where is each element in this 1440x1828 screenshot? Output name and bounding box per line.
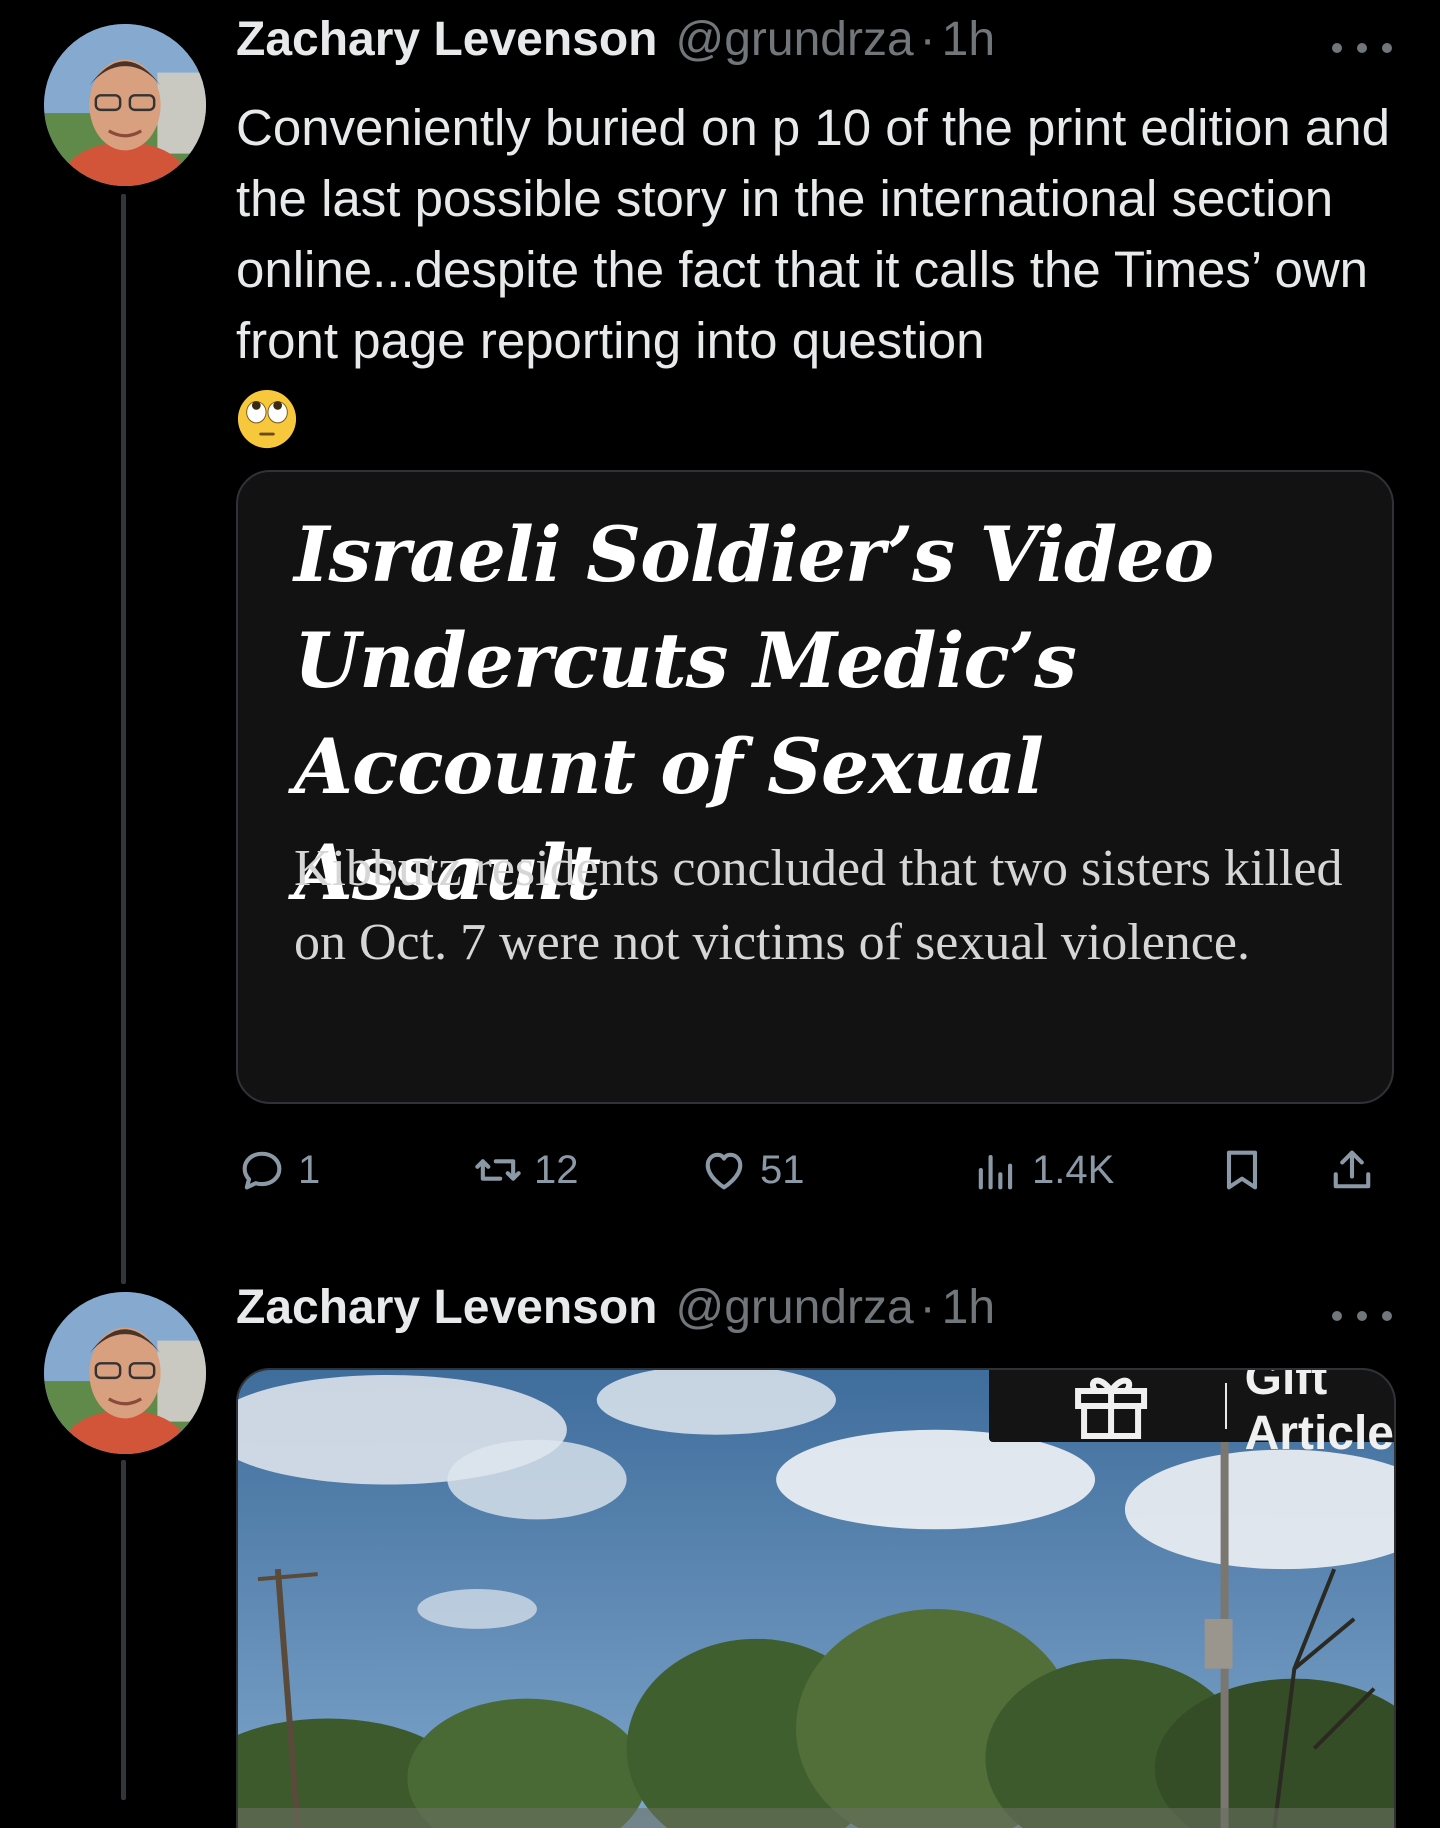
author-name[interactable]: Zachary Levenson — [236, 12, 658, 67]
reply-count: 1 — [298, 1147, 321, 1192]
card-summary: Kibbutz residents concluded that two sis… — [294, 840, 1343, 971]
gift-article-label: Gift Article — [1244, 1368, 1394, 1460]
thread-connector-line — [121, 1460, 126, 1800]
tweet-header: Zachary Levenson @grundrza · 1h — [236, 1280, 1400, 1340]
link-card[interactable]: Israeli Soldier’s Video Undercuts Medic’… — [236, 470, 1394, 1104]
gift-separator — [1225, 1383, 1227, 1429]
heart-icon — [705, 1152, 743, 1190]
media-image[interactable]: Gift Article — [236, 1368, 1396, 1828]
timestamp[interactable]: 1h — [942, 1280, 995, 1335]
separator-dot: · — [919, 1281, 936, 1334]
author-name[interactable]: Zachary Levenson — [236, 1280, 658, 1335]
more-icon[interactable] — [1332, 36, 1392, 60]
views-button[interactable]: 1.4K — [970, 1140, 1114, 1200]
like-count: 51 — [760, 1147, 805, 1192]
share-button[interactable] — [1326, 1140, 1388, 1200]
reply-icon — [242, 1151, 282, 1190]
repost-icon — [475, 1159, 521, 1181]
bookmark-icon — [1226, 1150, 1258, 1190]
repost-count: 12 — [534, 1147, 579, 1192]
views-count: 1.4K — [1032, 1147, 1115, 1192]
gift-icon — [1075, 1377, 1148, 1439]
avatar[interactable] — [44, 24, 206, 186]
tweet-actions: 1 12 51 1.4K — [236, 1140, 1396, 1200]
tweet-text: Conveniently buried on p 10 of the print… — [236, 92, 1396, 450]
tweet-header: Zachary Levenson @grundrza · 1h — [236, 12, 1400, 72]
repost-button[interactable]: 12 — [472, 1140, 579, 1200]
thread-connector-line — [121, 194, 126, 1284]
author-handle[interactable]: @grundrza — [676, 1280, 914, 1335]
more-icon[interactable] — [1332, 1304, 1392, 1328]
reply-button[interactable]: 1 — [236, 1140, 320, 1200]
timestamp[interactable]: 1h — [942, 12, 995, 67]
tweet-body: Conveniently buried on p 10 of the print… — [236, 99, 1390, 369]
views-icon — [978, 1154, 1013, 1190]
bookmark-button[interactable] — [1216, 1140, 1278, 1200]
like-button[interactable]: 51 — [698, 1140, 805, 1200]
avatar[interactable] — [44, 1292, 206, 1454]
separator-dot: · — [919, 13, 936, 66]
face-with-rolling-eyes-icon — [236, 388, 298, 450]
share-icon — [1333, 1150, 1371, 1189]
gift-article-badge[interactable]: Gift Article — [989, 1370, 1394, 1460]
author-handle[interactable]: @grundrza — [676, 12, 914, 67]
